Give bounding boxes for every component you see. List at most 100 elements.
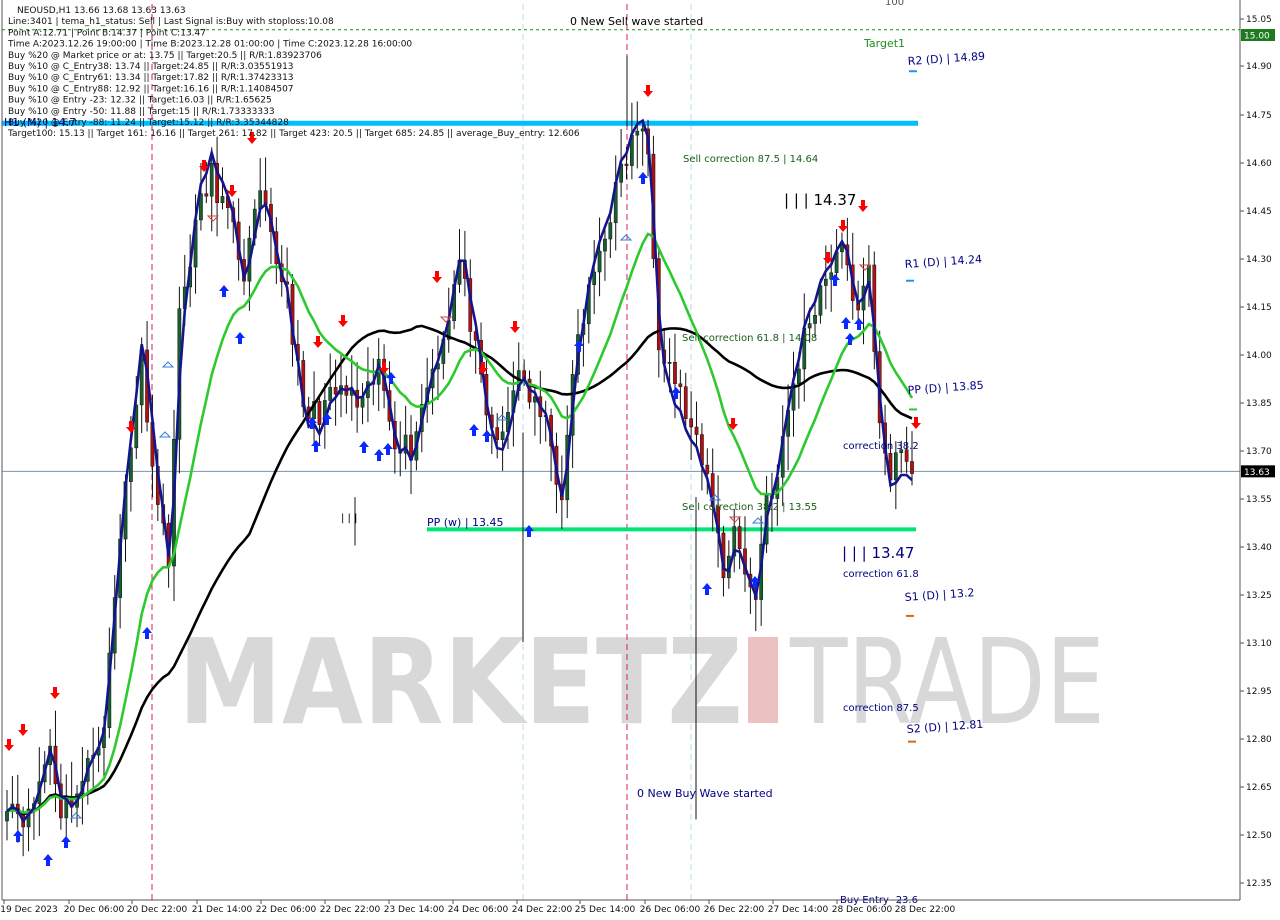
candle-body-bull: [209, 162, 214, 197]
level-marker: [906, 614, 914, 617]
candle-body-bear: [689, 418, 693, 428]
x-tick-label: 20 Dec 22:00: [127, 905, 188, 915]
chart-annotation: correction 61.8: [843, 569, 919, 580]
y-tick-label: 12.95: [1246, 687, 1272, 697]
level-marker: [908, 740, 916, 743]
x-tick-label: 20 Dec 06:00: [64, 905, 125, 915]
x-tick-label: 22 Dec 06:00: [256, 905, 317, 915]
chart-annotation: Sell correction 87.5 | 14.64: [683, 154, 818, 165]
x-tick-label: 25 Dec 14:00: [575, 905, 636, 915]
candle-body-bear: [204, 193, 209, 197]
candle-body-bear: [737, 526, 742, 550]
info-line: Target100: 15.13 || Target 161: 16.16 ||…: [7, 129, 580, 139]
candle-body-bull: [807, 323, 812, 329]
price-chart: MARKETZ TRADE R2 (D) | 14.89R1 (D) | 14.…: [0, 0, 1280, 920]
x-tick-label: 24 Dec 22:00: [512, 905, 573, 915]
info-line: Buy %10 @ C_Entry61: 13.34 || Target:17.…: [8, 73, 294, 83]
candle-body-bull: [5, 811, 9, 822]
y-tick-label: 12.50: [1246, 831, 1272, 841]
candle-body-bear: [317, 401, 322, 425]
candle-body-bear: [694, 426, 699, 435]
level-marker: [909, 408, 917, 411]
candle-body-bull: [597, 250, 602, 273]
candle-body-bear: [624, 163, 629, 166]
candle-body-bear: [263, 190, 268, 205]
candle-body-bull: [608, 222, 613, 240]
info-line: Buy %10 @ C_Entry88: 12.92 || Target:16.…: [8, 84, 294, 94]
candle-body-bull: [823, 278, 828, 286]
candle-body-bear: [910, 461, 914, 474]
candle-body-bear: [678, 383, 683, 387]
info-line: Buy %20 @ Entry -88: 11.24 || Target:15.…: [8, 118, 289, 128]
level-marker: [909, 70, 917, 73]
y-tick-label: 13.40: [1246, 543, 1272, 553]
info-line: NEOUSD,H1 13.66 13.68 13.63 13.63: [17, 6, 186, 16]
chart-annotation: correction 38.2: [843, 441, 919, 452]
candle-body-bull: [667, 361, 672, 364]
candle-body-bull: [813, 314, 817, 324]
x-tick-label: 24 Dec 06:00: [448, 905, 509, 915]
x-tick-label: 22 Dec 22:00: [320, 905, 381, 915]
candle-body-bull: [360, 397, 365, 408]
y-tick-label: 13.85: [1246, 399, 1272, 409]
candle-body-bull: [258, 190, 263, 210]
info-line: Buy %10 @ C_Entry38: 13.74 || Target:24.…: [8, 62, 294, 72]
x-tick-label: 28 Dec 22:00: [895, 905, 956, 915]
info-line: Time A:2023.12.26 19:00:00 | Time B:2023…: [7, 40, 412, 50]
chart-annotation: 0 New Buy Wave started: [637, 787, 773, 800]
chart-annotation: 0 New Sell wave started: [570, 15, 703, 28]
candle-body-bear: [683, 386, 688, 419]
x-tick-label: 21 Dec 14:00: [192, 905, 253, 915]
x-tick-label: 23 Dec 14:00: [384, 905, 445, 915]
candle-body-bear: [673, 361, 677, 385]
info-line: Point A:12.71 | Point B:14.37 | Point C:…: [8, 28, 206, 38]
info-line: Buy %10 @ Entry -23: 12.32 || Target:16.…: [8, 96, 272, 106]
info-line: Buy %20 @ Market price or at: 13.75 || T…: [8, 51, 322, 61]
y-tick-label: 14.75: [1246, 111, 1272, 121]
candle-body-bull: [500, 431, 505, 440]
x-tick-label: 19 Dec 2023: [0, 905, 58, 915]
candle-body-bear: [705, 464, 710, 474]
pp-weekly-label: PP (w) | 13.45: [427, 516, 504, 529]
y-tick-label: 14.45: [1246, 207, 1272, 217]
candle-body-bull: [640, 128, 645, 132]
x-tick-label: 26 Dec 06:00: [640, 905, 701, 915]
y-tick-label: 12.80: [1246, 735, 1272, 745]
chart-root: MARKETZ TRADE R2 (D) | 14.89 R1 (D) | 14.…: [0, 0, 1280, 920]
x-tick-label: 28 Dec 06:00: [832, 905, 893, 915]
y-tick-label: 12.35: [1246, 879, 1272, 889]
info-line: Buy %10 @ Entry -50: 11.88 || Target:15 …: [8, 107, 275, 117]
watermark-text-left: MARKETZ: [178, 613, 743, 751]
chart-annotation: Sell correction 61.8 | 14.08: [682, 333, 817, 344]
candle-body-bull: [328, 387, 333, 401]
level-marker: [906, 279, 914, 282]
price-badge-label: 15.00: [1244, 32, 1270, 42]
candle-body-bull: [635, 130, 640, 136]
chart-annotation: | | |: [341, 513, 357, 524]
candle-body-bear: [495, 427, 500, 440]
x-tick-label: 27 Dec 14:00: [768, 905, 829, 915]
chart-annotation: 100: [885, 0, 904, 8]
y-tick-label: 13.25: [1246, 591, 1272, 601]
candle-body-bull: [603, 238, 607, 252]
chart-annotation: Sell correction 38.2 | 13.55: [682, 502, 817, 513]
y-tick-label: 14.15: [1246, 303, 1272, 313]
x-tick-label: 26 Dec 22:00: [704, 905, 765, 915]
y-tick-label: 15.05: [1246, 15, 1272, 25]
y-tick-label: 12.65: [1246, 783, 1272, 793]
y-tick-label: 14.00: [1246, 351, 1272, 361]
candle-body-bull: [592, 271, 597, 285]
chart-annotation: | | | 14.37: [784, 191, 856, 209]
price-badge-label: 13.63: [1244, 468, 1270, 478]
y-tick-label: 13.70: [1246, 447, 1272, 457]
candle-body-bull: [220, 196, 225, 203]
y-tick-label: 14.60: [1246, 159, 1272, 169]
chart-annotation: correction 87.5: [843, 703, 919, 714]
watermark-bar: [748, 637, 778, 723]
chart-annotation: | | | 13.47: [842, 544, 914, 562]
y-tick-label: 13.55: [1246, 495, 1272, 505]
target1-label: Target1: [863, 37, 905, 50]
y-tick-label: 13.10: [1246, 639, 1272, 649]
info-line: Line:3401 | tema_h1_status: Sell | Last …: [8, 17, 334, 27]
y-tick-label: 14.90: [1246, 62, 1272, 72]
